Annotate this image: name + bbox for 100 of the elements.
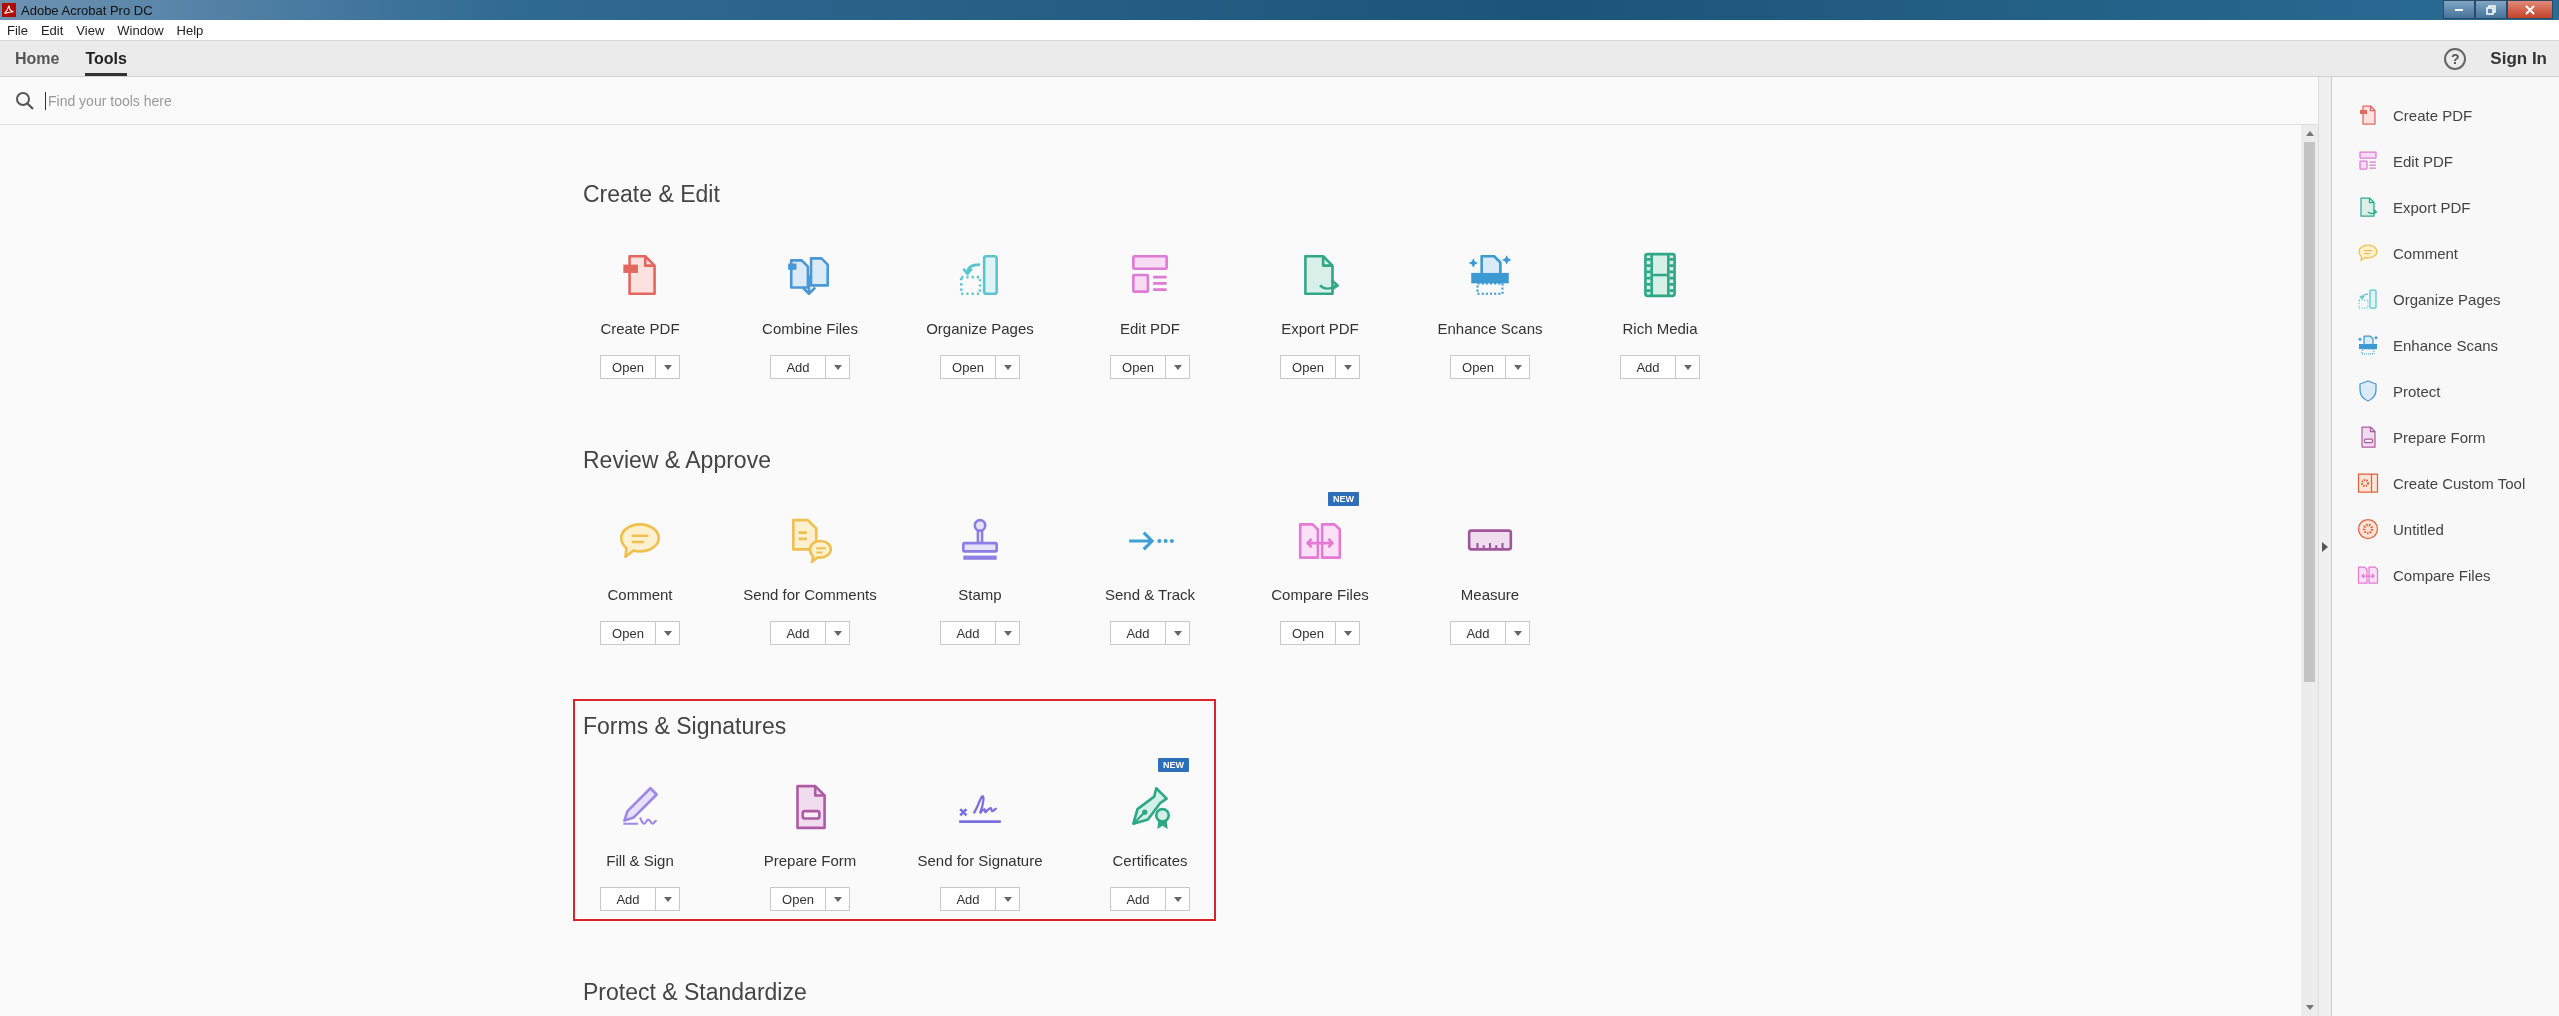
restore-button[interactable] xyxy=(2475,0,2507,19)
tool-action-button[interactable]: Add xyxy=(1110,621,1166,645)
collapse-arrow-icon[interactable] xyxy=(2322,541,2328,552)
tool-label: Fill & Sign xyxy=(606,851,674,871)
sidebar-item[interactable]: Create PDF xyxy=(2332,92,2559,138)
caret-icon xyxy=(1173,364,1182,370)
new-badge: NEW xyxy=(1158,758,1189,772)
dropdown-button[interactable] xyxy=(996,355,1020,379)
close-button[interactable] xyxy=(2507,0,2553,19)
tool-action-button[interactable]: Add xyxy=(770,621,826,645)
tool-action-button[interactable]: Open xyxy=(1450,355,1506,379)
dropdown-button[interactable] xyxy=(1166,887,1190,911)
caret-icon xyxy=(1513,364,1522,370)
gear-circle-icon xyxy=(2356,517,2380,541)
sidebar-item[interactable]: Prepare Form xyxy=(2332,414,2559,460)
dropdown-button[interactable] xyxy=(1166,355,1190,379)
dropdown-button[interactable] xyxy=(996,887,1020,911)
tool-label: Stamp xyxy=(958,585,1002,605)
tool-label: Rich Media xyxy=(1622,319,1698,339)
tool-label: Send & Track xyxy=(1104,585,1195,605)
dropdown-button[interactable] xyxy=(656,355,680,379)
tool-action-button[interactable]: Add xyxy=(940,621,996,645)
minimize-icon xyxy=(2455,8,2463,11)
tool-label: Combine Files xyxy=(762,319,858,339)
tool-label: Measure xyxy=(1460,585,1520,605)
tool-action-button[interactable]: Add xyxy=(1450,621,1506,645)
dropdown-button[interactable] xyxy=(656,887,680,911)
scrollbar[interactable] xyxy=(2301,125,2318,1016)
tool-label: Certificates xyxy=(1112,851,1188,871)
tool-action-button[interactable]: Add xyxy=(1110,887,1166,911)
dropdown-button[interactable] xyxy=(1166,621,1190,645)
menu-item[interactable]: Edit xyxy=(40,22,64,38)
caret-icon xyxy=(663,630,672,636)
new-badge: NEW xyxy=(1328,492,1359,506)
sidebar-item[interactable]: Export PDF xyxy=(2332,184,2559,230)
tab[interactable]: Home xyxy=(15,41,60,76)
dropdown-button[interactable] xyxy=(1676,355,1700,379)
dropdown-button[interactable] xyxy=(656,621,680,645)
caret-icon xyxy=(1683,364,1692,370)
sidebar-item[interactable]: Edit PDF xyxy=(2332,138,2559,184)
tool-action-button[interactable]: Open xyxy=(770,887,826,911)
menu-item[interactable]: Window xyxy=(117,22,164,38)
scanner-icon xyxy=(2356,333,2380,357)
caret-icon xyxy=(833,364,842,370)
tool-action-button[interactable]: Open xyxy=(1110,355,1166,379)
tool-label: Enhance Scans xyxy=(1437,319,1543,339)
sidebar-item[interactable]: Create Custom Tool xyxy=(2332,460,2559,506)
menu-item[interactable]: Help xyxy=(176,22,204,38)
menu-item[interactable]: File xyxy=(7,22,28,38)
sidebar-item[interactable]: Comment xyxy=(2332,230,2559,276)
section-title: Review & Approve xyxy=(582,446,771,475)
sidebar-item[interactable]: Enhance Scans xyxy=(2332,322,2559,368)
tool-action-button[interactable]: Add xyxy=(940,887,996,911)
menu-item[interactable]: View xyxy=(76,22,105,38)
search-icon xyxy=(15,90,35,111)
tool-action-button[interactable]: Open xyxy=(600,621,656,645)
restore-icon xyxy=(2485,3,2497,16)
tool-label: Export PDF xyxy=(1281,319,1359,339)
caret-icon xyxy=(1173,630,1182,636)
app-logo-icon xyxy=(2,3,16,17)
dropdown-button[interactable] xyxy=(826,355,850,379)
gear-window-icon xyxy=(2356,471,2380,495)
tool-action-button[interactable]: Add xyxy=(770,355,826,379)
dropdown-button[interactable] xyxy=(1336,355,1360,379)
caret-icon xyxy=(1343,630,1352,636)
help-button[interactable]: ? xyxy=(2444,47,2467,70)
dropdown-button[interactable] xyxy=(1336,621,1360,645)
dropdown-button[interactable] xyxy=(826,887,850,911)
tool-action-button[interactable]: Open xyxy=(1280,355,1336,379)
tool-action-button[interactable]: Open xyxy=(600,355,656,379)
tool-action-button[interactable]: Add xyxy=(1620,355,1676,379)
caret-icon xyxy=(833,630,842,636)
caret-icon xyxy=(1173,896,1182,902)
dropdown-button[interactable] xyxy=(1506,621,1530,645)
section-title: Forms & Signatures xyxy=(582,712,787,741)
sidebar-item[interactable]: Protect xyxy=(2332,368,2559,414)
tool-action-button[interactable]: Add xyxy=(600,887,656,911)
caret-icon xyxy=(1513,630,1522,636)
pages-arrow-icon xyxy=(2356,287,2380,311)
scrollbar-thumb[interactable] xyxy=(2304,142,2315,682)
scroll-down-icon[interactable] xyxy=(2305,1005,2314,1010)
minimize-button[interactable] xyxy=(2443,0,2475,19)
tool-action-button[interactable]: Open xyxy=(940,355,996,379)
tool-label: Comment xyxy=(607,585,673,605)
dropdown-button[interactable] xyxy=(1506,355,1530,379)
sidebar-item[interactable]: Untitled xyxy=(2332,506,2559,552)
tool-label: Create PDF xyxy=(600,319,680,339)
shield-icon xyxy=(2356,379,2380,403)
tool-label: Prepare Form xyxy=(763,851,857,871)
tool-label: Organize Pages xyxy=(926,319,1034,339)
sidebar-item[interactable]: Organize Pages xyxy=(2332,276,2559,322)
section-title: Protect & Standardize xyxy=(582,978,807,1007)
tool-action-button[interactable]: Open xyxy=(1280,621,1336,645)
sign-in-button[interactable]: Sign In xyxy=(2484,47,2553,70)
dropdown-button[interactable] xyxy=(996,621,1020,645)
scroll-up-icon[interactable] xyxy=(2305,131,2314,136)
sidebar-item[interactable]: Compare Files xyxy=(2332,552,2559,598)
search-field[interactable]: Find your tools here xyxy=(45,91,450,110)
caret-icon xyxy=(1003,896,1012,902)
dropdown-button[interactable] xyxy=(826,621,850,645)
